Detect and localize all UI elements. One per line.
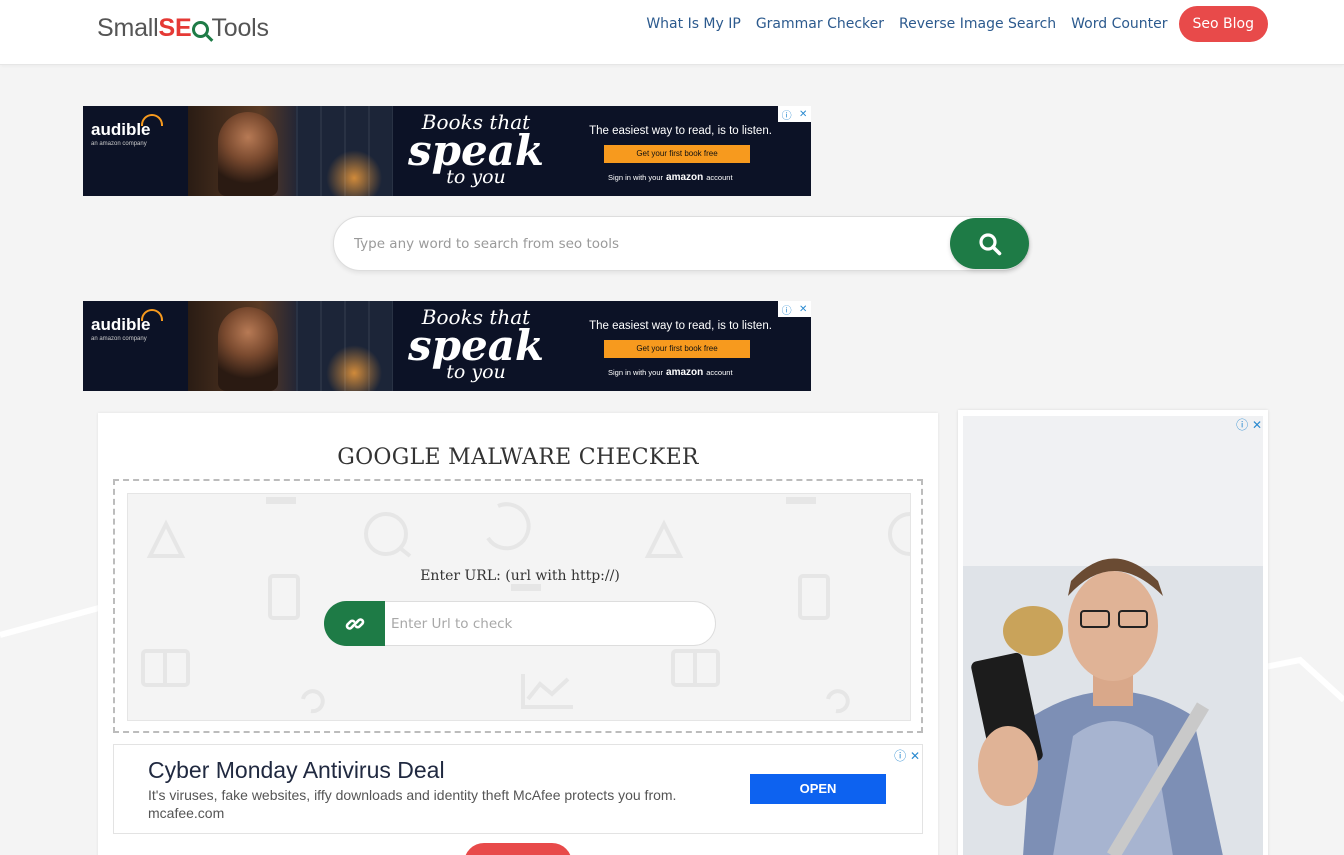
logo-text-seo: SE <box>158 14 192 42</box>
search-input[interactable] <box>354 231 934 257</box>
audible-banner-ad-top[interactable]: audible an amazon company Books that spea… <box>83 106 811 196</box>
adchoices-badge[interactable]: ⓘ ✕ <box>778 301 811 317</box>
ad-cta-button[interactable]: Get your first book free <box>604 145 750 163</box>
ad-photo <box>188 301 393 391</box>
close-icon[interactable]: ✕ <box>799 304 807 315</box>
close-icon[interactable]: ✕ <box>799 109 807 120</box>
check-button[interactable] <box>464 843 572 855</box>
ad-open-button[interactable]: OPEN <box>750 774 886 804</box>
ad-tagline: The easiest way to read, is to listen. <box>589 125 772 137</box>
adchoices-icon[interactable]: ⓘ <box>782 302 792 317</box>
adchoices-icon[interactable]: ⓘ <box>782 107 792 122</box>
ad-cta-button[interactable]: Get your first book free <box>604 340 750 358</box>
ad-title[interactable]: Cyber Monday Antivirus Deal <box>148 757 445 784</box>
page-title: GOOGLE MALWARE CHECKER <box>337 445 699 470</box>
url-field <box>324 601 716 646</box>
logo-text-tools: Tools <box>211 14 269 42</box>
nav-reverse-image-search[interactable]: Reverse Image Search <box>899 16 1056 32</box>
ad-photo <box>188 106 393 196</box>
mcafee-text-ad[interactable]: Cyber Monday Antivirus Deal It's viruses… <box>113 744 923 834</box>
link-icon-button[interactable] <box>324 601 385 646</box>
ad-headline: Books that speak to you <box>407 110 545 188</box>
url-input[interactable] <box>391 612 701 636</box>
nav-grammar-checker[interactable]: Grammar Checker <box>756 16 884 32</box>
search-button[interactable] <box>950 218 1029 269</box>
nav-what-is-my-ip[interactable]: What Is My IP <box>646 16 741 32</box>
ad-image <box>963 416 1263 855</box>
site-header: Small SE Tools What Is My IP Grammar Che… <box>0 0 1344 65</box>
url-input-area: Enter URL: (url with http://) <box>113 479 923 733</box>
url-input-panel: Enter URL: (url with http://) <box>127 493 911 721</box>
side-ad[interactable]: ⓘ ✕ <box>958 410 1268 855</box>
tool-search-bar <box>333 216 1030 271</box>
ad-signin-text: Sign in with your amazon account <box>608 367 733 378</box>
ad-tagline: The easiest way to read, is to listen. <box>589 320 772 332</box>
adchoices-icon[interactable]: ⓘ ✕ <box>1236 416 1262 433</box>
link-icon <box>345 617 364 630</box>
ad-url[interactable]: mcafee.com <box>148 805 224 821</box>
seo-blog-button[interactable]: Seo Blog <box>1178 6 1268 42</box>
site-logo[interactable]: Small SE Tools <box>97 14 269 43</box>
ad-signin-text: Sign in with your amazon account <box>608 172 733 183</box>
ad-description: It's viruses, fake websites, iffy downlo… <box>148 787 677 803</box>
magnifier-logo-icon <box>192 21 210 38</box>
audible-brand: audible an amazon company <box>91 315 151 342</box>
tool-card: GOOGLE MALWARE CHECKER Enter URL: (url w… <box>98 413 938 855</box>
audible-banner-ad-middle[interactable]: audible an amazon company Books that spea… <box>83 301 811 391</box>
search-icon <box>978 232 1001 255</box>
ad-headline: Books that speak to you <box>407 305 545 383</box>
logo-text-small: Small <box>97 14 159 42</box>
audible-brand: audible an amazon company <box>91 120 151 147</box>
adchoices-icon[interactable]: ⓘ ✕ <box>894 747 920 764</box>
adchoices-badge[interactable]: ⓘ ✕ <box>778 106 811 122</box>
nav-word-counter[interactable]: Word Counter <box>1071 16 1167 32</box>
main-nav: What Is My IP Grammar Checker Reverse Im… <box>631 6 1268 42</box>
url-label: Enter URL: (url with http://) <box>420 568 620 584</box>
